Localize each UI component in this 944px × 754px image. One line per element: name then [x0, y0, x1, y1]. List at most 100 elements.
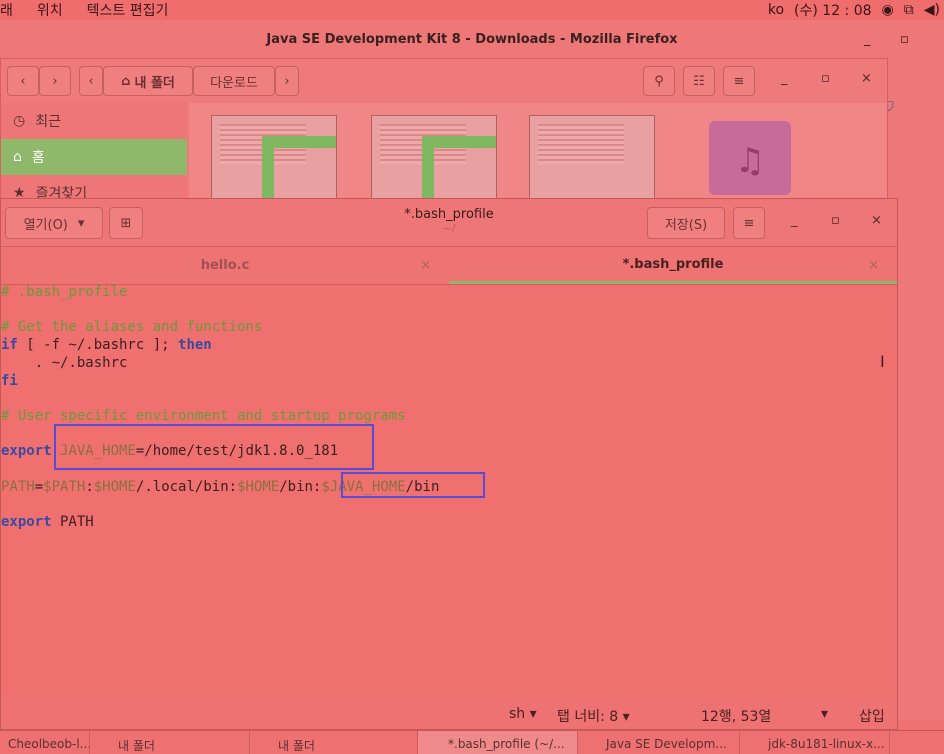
path-home-label: 내 폴더	[134, 75, 175, 91]
save-label: 저장(S)	[664, 217, 708, 233]
code-token: $HOME	[237, 478, 280, 495]
minimize-icon[interactable]: _	[781, 71, 788, 86]
language-label: sh	[509, 706, 526, 722]
forward-button[interactable]: ›	[39, 66, 71, 96]
list-view-icon: ☷	[693, 73, 705, 89]
chevron-down-icon[interactable]: ▾	[821, 706, 828, 722]
code-token: $PATH	[43, 478, 86, 495]
sidebar-item-label: 최근	[35, 114, 61, 130]
maximize-icon[interactable]: ▫	[900, 20, 909, 60]
gedit-menu-button[interactable]: ≡	[733, 207, 765, 239]
file-thumbnail[interactable]	[371, 115, 497, 203]
sidebar-item-home[interactable]: ⌂ 홈	[1, 139, 187, 175]
close-icon[interactable]: ×	[420, 258, 431, 273]
code-token: $HOME	[93, 478, 136, 495]
text-editor[interactable]: # .bash_profile # Get the aliases and fun…	[1, 283, 897, 699]
minimize-icon[interactable]: _	[791, 213, 798, 228]
hamburger-icon: ≡	[743, 215, 755, 231]
taskbar-item[interactable]: Cheolbeob-l...	[0, 731, 90, 754]
files-window: ‹ › ‹ ⌂ 내 폴더 다운로드 › ⚲ ☷ ≡ _ ▫ × ◷ 최근 ⌂ 홈 ★…	[0, 58, 888, 219]
files-menu-button[interactable]: ≡	[723, 66, 755, 96]
music-folder-icon[interactable]: ♫	[709, 121, 791, 195]
accessibility-icon[interactable]: ◉	[882, 2, 894, 18]
app-menu[interactable]: 텍스트 편집기	[75, 0, 181, 20]
code-token: # Get the aliases and functions	[1, 319, 263, 336]
close-icon[interactable]: ×	[868, 258, 879, 273]
code-token: /.local/bin:	[135, 478, 238, 495]
code-token: [ -f ~/.bashrc ];	[17, 337, 179, 354]
status-bar: sh ▾ 탭 너비: 8 ▾ 12행, 53열 ▾ 삽입	[1, 699, 897, 729]
home-icon: ⌂	[121, 73, 131, 89]
insert-mode: 삽입	[859, 709, 885, 725]
file-thumbnail[interactable]	[529, 115, 655, 203]
code-line: if [ -f ~/.bashrc ]; then	[1, 336, 212, 354]
path-left-button[interactable]: ‹	[79, 66, 103, 96]
view-toggle-button[interactable]: ☷	[683, 66, 715, 96]
code-token: export	[1, 514, 52, 531]
code-line: fi	[1, 372, 18, 390]
code-token: fi	[1, 372, 18, 389]
clock[interactable]: (수) 12 : 08	[794, 0, 872, 20]
taskbar-item[interactable]: jdk-8u181-linux-x...	[740, 731, 890, 754]
code-token: . ~/.bashrc	[1, 354, 128, 371]
chevron-left-icon: ‹	[20, 73, 26, 89]
code-token: /bin:	[279, 478, 322, 495]
language-selector[interactable]: sh ▾	[509, 706, 537, 722]
code-token: if	[1, 337, 18, 354]
code-token: # User specific environment and startup …	[1, 407, 406, 424]
tab-width-selector[interactable]: 탭 너비: 8 ▾	[557, 706, 630, 726]
path-downloads-button[interactable]: 다운로드	[193, 66, 275, 96]
code-line: # Get the aliases and functions	[1, 318, 262, 336]
clock-icon: ◷	[13, 113, 26, 129]
code-token: PATH	[51, 514, 94, 531]
code-token: # .bash_profile	[1, 284, 128, 300]
chevron-right-icon: ›	[52, 73, 58, 89]
taskbar-item[interactable]: Java SE Developm...	[578, 731, 740, 754]
tab-hello-c[interactable]: hello.c ×	[1, 247, 449, 284]
cursor-position[interactable]: 12행, 53열	[701, 706, 771, 726]
taskbar-item[interactable]: 내 폴더	[90, 731, 250, 754]
close-icon[interactable]: ×	[861, 71, 872, 86]
tab-bar: hello.c × *.bash_profile ×	[1, 247, 897, 285]
firefox-titlebar: Java SE Development Kit 8 - Downloads - …	[0, 20, 944, 60]
taskbar: Cheolbeob-l... 내 폴더 내 폴더 *.bash_profile …	[0, 730, 944, 754]
network-icon[interactable]: ⧉	[904, 2, 914, 18]
maximize-icon[interactable]: ▫	[821, 71, 830, 86]
gedit-window: 열기(O) ▾ ⊞ *.bash_profile ~/ 저장(S) ≡ _ ▫ …	[0, 198, 898, 730]
applications-menu[interactable]: 래	[0, 0, 25, 20]
highlight-box	[341, 472, 485, 498]
tab-label: hello.c	[200, 258, 250, 273]
code-line: export PATH	[1, 513, 94, 531]
top-panel: 래 위치 텍스트 편집기 ko (수) 12 : 08 ◉ ⧉ ◀)	[0, 0, 944, 20]
tab-bash-profile[interactable]: *.bash_profile ×	[449, 247, 897, 284]
path-home-button[interactable]: ⌂ 내 폴더	[103, 66, 193, 96]
places-menu[interactable]: 위치	[25, 0, 75, 20]
gedit-headerbar: 열기(O) ▾ ⊞ *.bash_profile ~/ 저장(S) ≡ _ ▫ …	[1, 199, 897, 247]
sidebar-item-recent[interactable]: ◷ 최근	[1, 103, 187, 139]
path-right-button[interactable]: ›	[275, 66, 299, 96]
code-line: # .bash_profile	[1, 283, 127, 301]
text-cursor-icon: I	[880, 352, 885, 371]
volume-icon[interactable]: ◀)	[924, 2, 940, 18]
tab-label: *.bash_profile	[622, 256, 724, 272]
firefox-title: Java SE Development Kit 8 - Downloads - …	[266, 32, 678, 47]
minimize-icon[interactable]: _	[864, 20, 871, 60]
files-headerbar: ‹ › ‹ ⌂ 내 폴더 다운로드 › ⚲ ☷ ≡ _ ▫ ×	[1, 59, 887, 103]
back-button[interactable]: ‹	[7, 66, 39, 96]
search-icon: ⚲	[654, 73, 664, 89]
taskbar-item[interactable]: 내 폴더	[250, 731, 418, 754]
path-downloads-label: 다운로드	[210, 75, 258, 91]
taskbar-item[interactable]: *.bash_profile (~/...	[418, 731, 578, 754]
save-button[interactable]: 저장(S)	[647, 207, 725, 239]
file-thumbnail[interactable]	[211, 115, 337, 203]
close-icon[interactable]: ×	[871, 213, 882, 228]
code-token: :	[85, 478, 94, 495]
code-line: # User specific environment and startup …	[1, 407, 406, 425]
language-indicator[interactable]: ko	[768, 2, 784, 18]
code-token: =	[34, 478, 44, 495]
maximize-icon[interactable]: ▫	[831, 213, 840, 228]
search-button[interactable]: ⚲	[643, 66, 675, 96]
hamburger-icon: ≡	[733, 73, 745, 89]
highlight-box	[54, 424, 374, 470]
chevron-down-icon: ▾	[529, 706, 537, 722]
